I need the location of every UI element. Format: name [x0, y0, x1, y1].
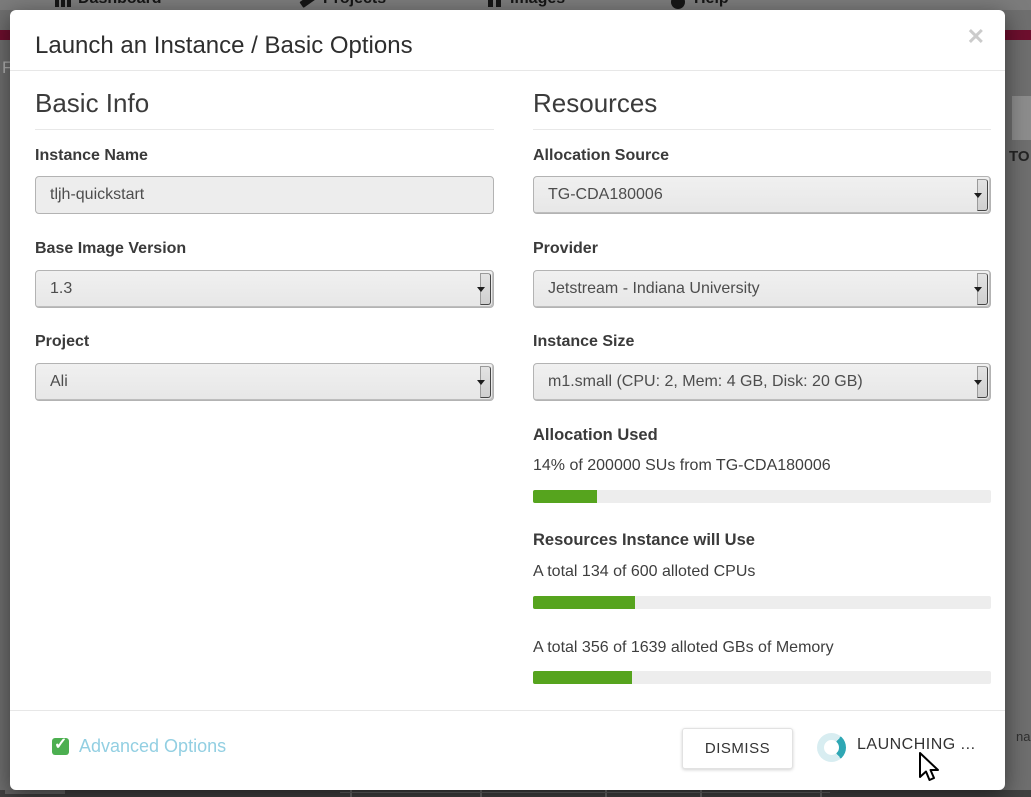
nav-label: Dashboard — [78, 0, 162, 8]
instance-name-input[interactable]: tljh-quickstart — [35, 176, 494, 214]
loading-spinner-icon — [817, 733, 846, 762]
images-icon — [487, 0, 503, 7]
pencil-icon — [300, 0, 316, 7]
advanced-options-link[interactable]: Advanced Options — [52, 736, 226, 757]
footer-divider — [10, 710, 1005, 711]
chevron-down-icon — [477, 287, 485, 292]
instance-name-label: Instance Name — [35, 147, 148, 165]
provider-value: Jetstream - Indiana University — [548, 280, 760, 298]
base-image-version-select[interactable]: 1.3 — [35, 270, 494, 308]
advanced-options-label: Advanced Options — [79, 736, 226, 757]
chevron-down-icon — [974, 380, 982, 385]
chevron-down-icon — [974, 287, 982, 292]
instance-size-label: Instance Size — [533, 333, 634, 351]
memory-usage-progress-fill — [533, 671, 632, 684]
basic-info-heading: Basic Info — [35, 88, 494, 130]
select-button — [977, 179, 988, 211]
background-text-fragment-right: TO — [1009, 148, 1030, 165]
mouse-cursor — [918, 752, 944, 786]
launch-instance-modal: Launch an Instance / Basic Options ✕ Bas… — [10, 10, 1005, 790]
allocation-used-progressbar — [533, 490, 991, 503]
resources-heading: Resources — [533, 88, 991, 130]
allocation-source-label: Allocation Source — [533, 147, 669, 165]
top-navigation: Dashboard Projects Images Help — [0, 0, 1031, 10]
project-value: Ali — [50, 373, 68, 391]
background-table-fragment — [0, 790, 1031, 797]
base-image-version-label: Base Image Version — [35, 240, 186, 258]
nav-label: Images — [510, 0, 565, 8]
select-button — [977, 366, 988, 398]
chevron-down-icon — [974, 193, 982, 198]
cpu-usage-progressbar — [533, 596, 991, 609]
allocation-used-heading: Allocation Used — [533, 426, 658, 445]
allocation-used-progress-fill — [533, 490, 597, 503]
help-circle-icon — [671, 0, 687, 7]
select-button — [480, 366, 491, 398]
allocation-used-text: 14% of 200000 SUs from TG-CDA180006 — [533, 457, 831, 475]
nav-label: Projects — [323, 0, 386, 8]
check-square-icon — [52, 738, 69, 755]
close-icon[interactable]: ✕ — [967, 26, 985, 48]
chevron-down-icon — [477, 380, 485, 385]
memory-usage-text: A total 356 of 1639 alloted GBs of Memor… — [533, 639, 834, 657]
bar-chart-icon — [55, 0, 71, 7]
nav-label: Help — [694, 0, 729, 8]
base-image-version-value: 1.3 — [50, 280, 72, 298]
nav-item-dashboard[interactable]: Dashboard — [55, 0, 162, 9]
project-label: Project — [35, 333, 89, 351]
instance-name-value: tljh-quickstart — [50, 186, 144, 204]
modal-title: Launch an Instance / Basic Options — [35, 32, 413, 60]
memory-usage-progressbar — [533, 671, 991, 684]
background-text-fragment-bottom: na — [1016, 729, 1030, 744]
instance-usage-heading: Resources Instance will Use — [533, 531, 755, 550]
cpu-usage-progress-fill — [533, 596, 635, 609]
nav-item-help[interactable]: Help — [671, 0, 729, 9]
dismiss-button[interactable]: DISMISS — [682, 728, 793, 769]
cpu-usage-text: A total 134 of 600 alloted CPUs — [533, 563, 755, 581]
background-panel-fragment — [1012, 96, 1031, 140]
project-select[interactable]: Ali — [35, 363, 494, 401]
instance-size-value: m1.small (CPU: 2, Mem: 4 GB, Disk: 20 GB… — [548, 373, 863, 391]
select-button — [977, 273, 988, 305]
provider-select[interactable]: Jetstream - Indiana University — [533, 270, 991, 308]
nav-item-projects[interactable]: Projects — [300, 0, 386, 9]
select-button — [480, 273, 491, 305]
instance-size-select[interactable]: m1.small (CPU: 2, Mem: 4 GB, Disk: 20 GB… — [533, 363, 991, 401]
allocation-source-select[interactable]: TG-CDA180006 — [533, 176, 991, 214]
provider-label: Provider — [533, 240, 598, 258]
nav-item-images[interactable]: Images — [487, 0, 565, 9]
allocation-source-value: TG-CDA180006 — [548, 186, 663, 204]
header-divider — [10, 70, 1005, 71]
launching-button[interactable]: LAUNCHING ... — [857, 736, 976, 754]
